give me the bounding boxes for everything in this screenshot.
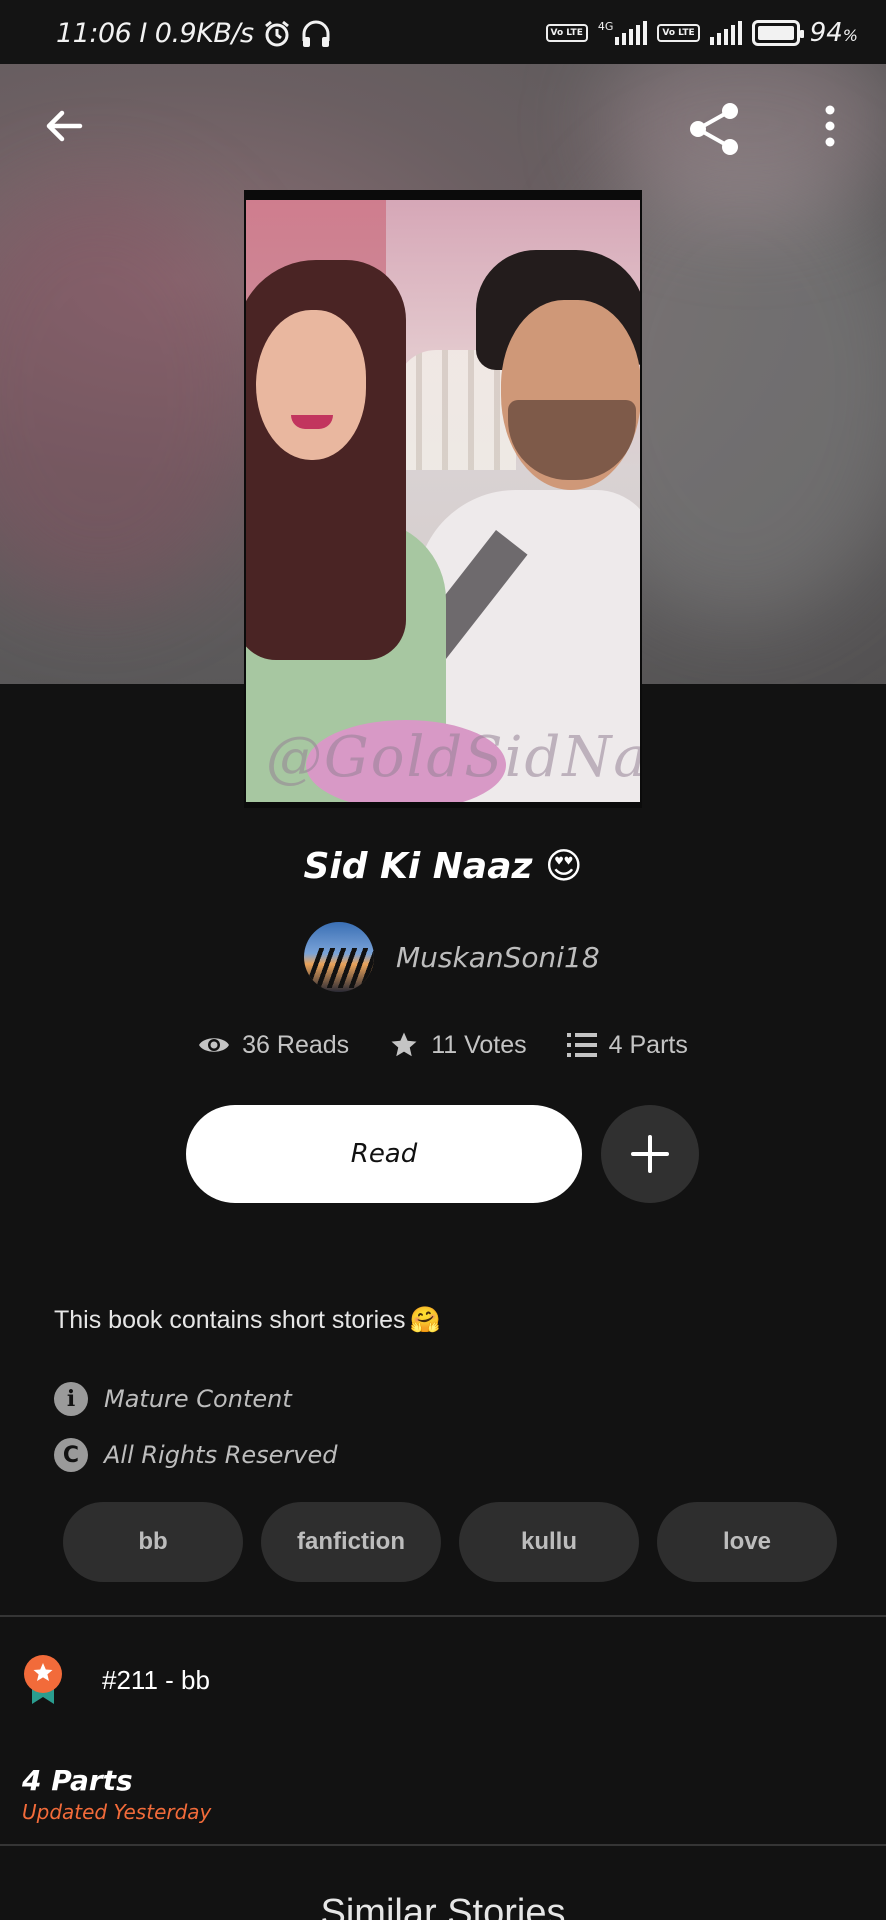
- add-to-library-button[interactable]: [601, 1105, 699, 1203]
- read-button[interactable]: Read: [186, 1105, 582, 1203]
- similar-stories-heading: Similar Stories: [320, 1892, 566, 1920]
- tag-chip[interactable]: fanfiction: [261, 1502, 441, 1582]
- plus-icon: [631, 1135, 669, 1173]
- headphones-icon: [302, 20, 330, 47]
- status-right: Vo LTE 4G Vo LTE 94%: [545, 18, 858, 48]
- copyright-icon: C: [54, 1438, 88, 1472]
- toc-parts-title[interactable]: 4 Parts: [22, 1764, 133, 1797]
- award-badge-icon: [24, 1655, 62, 1704]
- reads-count: 36 Reads: [242, 1030, 350, 1059]
- list-icon: [566, 1033, 597, 1057]
- tag-chip[interactable]: love: [657, 1502, 837, 1582]
- status-separator: I: [139, 18, 147, 49]
- status-bar: 11:06 I 0.9KB/s Vo LTE 4G Vo LTE 94%: [0, 0, 886, 64]
- ranking-label: #211 - bb: [102, 1664, 210, 1695]
- star-icon: [391, 1032, 417, 1057]
- cover-watermark: @GoldSidNaaz: [266, 725, 640, 790]
- network-label: 4G: [597, 19, 614, 33]
- description-emoji: 🤗: [409, 1306, 441, 1334]
- description-text: This book contains short stories: [54, 1306, 406, 1334]
- ranking-row[interactable]: #211 - bb: [22, 1654, 210, 1706]
- share-icon: [690, 103, 738, 155]
- story-cover[interactable]: @GoldSidNaaz: [244, 190, 642, 808]
- story-title: Sid Ki Naaz 😍: [0, 846, 886, 887]
- votes-stat: 11 Votes: [389, 1030, 527, 1060]
- author-link[interactable]: MuskanSoni18: [304, 922, 600, 992]
- tag-list: bb fanfiction kullu love: [63, 1502, 837, 1582]
- divider: [0, 1844, 886, 1846]
- status-speed: 0.9KB/s: [154, 18, 254, 49]
- story-description: This book contains short stories 🤗: [54, 1306, 441, 1335]
- story-stats: 36 Reads 11 Votes 4 Parts: [0, 1030, 886, 1060]
- mature-content-label: Mature Content: [104, 1385, 292, 1413]
- read-button-label: Read: [350, 1139, 418, 1169]
- more-options-button[interactable]: [810, 96, 850, 156]
- volte-badge-2: Vo LTE: [657, 24, 700, 42]
- tag-chip[interactable]: bb: [63, 1502, 243, 1582]
- back-button[interactable]: [34, 96, 94, 156]
- status-time: 11:06: [56, 18, 132, 49]
- share-button[interactable]: [680, 96, 750, 162]
- battery-icon: [751, 20, 804, 46]
- signal-icon-1: [615, 21, 648, 45]
- divider: [0, 1615, 886, 1617]
- copyright-label: All Rights Reserved: [104, 1441, 338, 1469]
- votes-count: 11 Votes: [431, 1030, 527, 1059]
- status-left: 11:06 I 0.9KB/s: [56, 18, 332, 49]
- battery-level: 94%: [809, 18, 858, 48]
- alarm-icon: [264, 20, 289, 46]
- toc-updated: Updated Yesterday: [22, 1800, 212, 1824]
- tag-chip[interactable]: kullu: [459, 1502, 639, 1582]
- reads-stat: 36 Reads: [198, 1030, 349, 1060]
- info-icon: i: [54, 1382, 88, 1416]
- story-title-emoji: 😍: [545, 846, 583, 887]
- signal-icon-2: [709, 21, 742, 45]
- parts-count: 4 Parts: [608, 1030, 688, 1059]
- arrow-left-icon: [46, 110, 83, 142]
- cover-image: @GoldSidNaaz: [246, 200, 640, 802]
- author-name[interactable]: MuskanSoni18: [396, 941, 600, 974]
- mature-content-row: i Mature Content: [54, 1382, 292, 1416]
- eye-icon: [199, 1038, 230, 1052]
- more-vertical-icon: [825, 105, 835, 147]
- parts-stat: 4 Parts: [566, 1030, 688, 1060]
- author-avatar[interactable]: [304, 922, 374, 992]
- copyright-row: C All Rights Reserved: [54, 1438, 338, 1472]
- story-title-text: Sid Ki Naaz: [303, 846, 533, 887]
- volte-badge-1: Vo LTE: [545, 24, 588, 42]
